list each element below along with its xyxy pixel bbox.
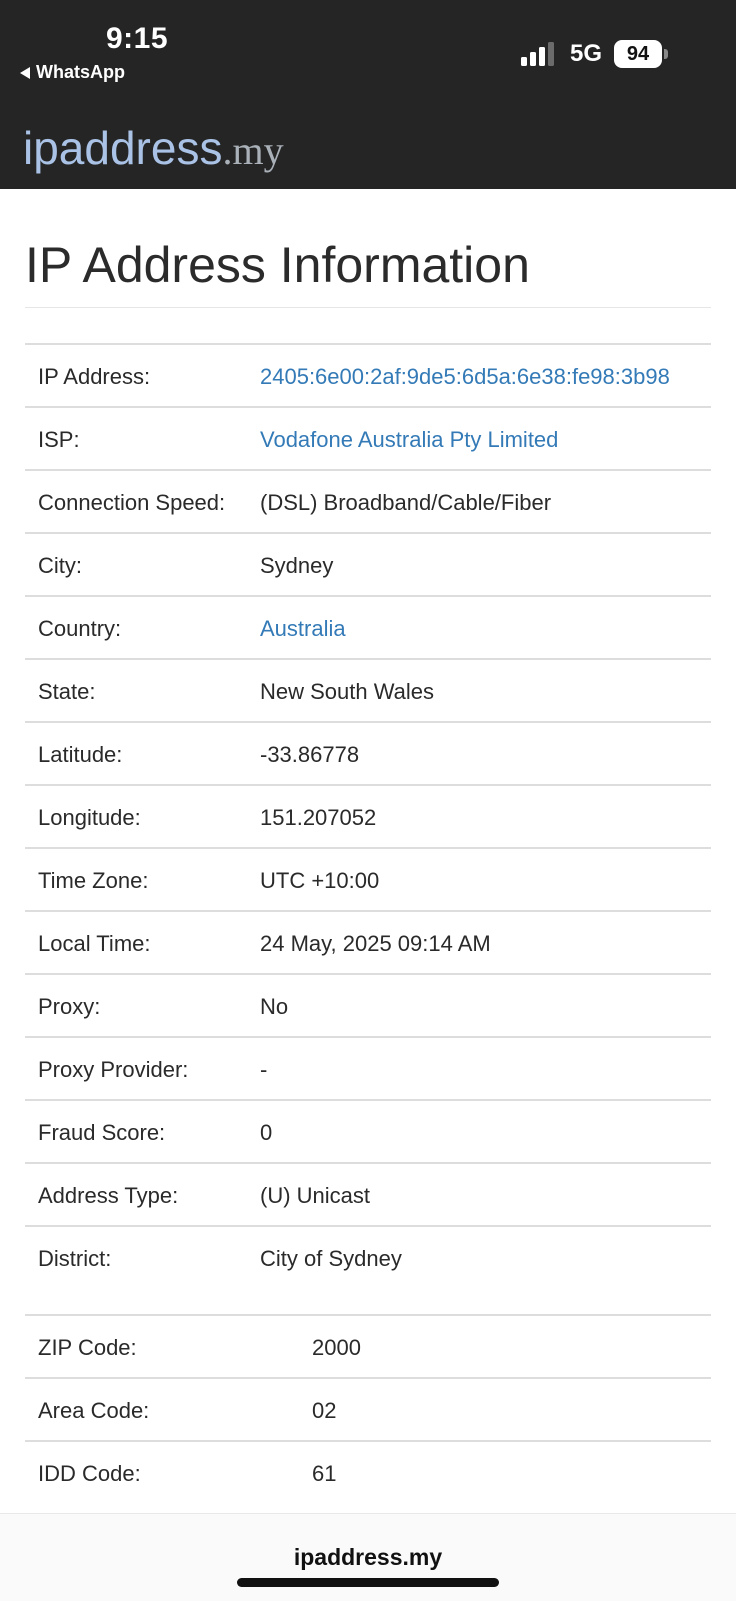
row-value: 61 xyxy=(247,1440,711,1503)
back-to-whatsapp-button[interactable]: WhatsApp xyxy=(20,62,125,83)
row-value-link[interactable]: Vodafone Australia Pty Limited xyxy=(247,406,711,470)
row-label: City: xyxy=(25,532,247,596)
row-label: Latitude: xyxy=(25,721,247,785)
table-row: Proxy: No xyxy=(25,973,711,1037)
table-row: Address Type: (U) Unicast xyxy=(25,1162,711,1226)
row-value: 151.207052 xyxy=(247,784,711,848)
row-value: -33.86778 xyxy=(247,721,711,785)
table-row: Latitude: -33.86778 xyxy=(25,721,711,785)
table-row: District: City of Sydney xyxy=(25,1225,711,1288)
row-value: (DSL) Broadband/Cable/Fiber xyxy=(247,469,711,533)
network-type: 5G xyxy=(570,40,603,67)
row-label: Area Code: xyxy=(25,1377,247,1441)
table-row: Area Code: 02 xyxy=(25,1377,711,1441)
row-label: Address Type: xyxy=(25,1162,247,1226)
url-text[interactable]: ipaddress.my xyxy=(0,1544,736,1571)
row-label: District: xyxy=(25,1225,247,1288)
battery-level: 94 xyxy=(614,40,662,68)
row-label: State: xyxy=(25,658,247,722)
row-label: Time Zone: xyxy=(25,847,247,911)
table-row: Country: Australia xyxy=(25,595,711,659)
back-arrow-icon xyxy=(20,66,30,79)
cellular-signal-icon xyxy=(521,42,554,66)
table-row: ZIP Code: 2000 xyxy=(25,1314,711,1378)
table-row: IDD Code: 61 xyxy=(25,1440,711,1503)
home-indicator[interactable] xyxy=(237,1578,499,1587)
row-value: 0 xyxy=(247,1099,711,1163)
table-row: IP Address: 2405:6e00:2af:9de5:6d5a:6e38:… xyxy=(25,343,711,407)
row-label: ZIP Code: xyxy=(25,1314,247,1378)
table-row: Longitude: 151.207052 xyxy=(25,784,711,848)
row-value: - xyxy=(247,1036,711,1100)
spacer-cell xyxy=(25,1288,711,1315)
row-value: City of Sydney xyxy=(247,1225,711,1288)
row-value-link[interactable]: 2405:6e00:2af:9de5:6d5a:6e38:fe98:3b98 xyxy=(247,343,711,407)
row-label: Country: xyxy=(25,595,247,659)
table-row: Proxy Provider: - xyxy=(25,1036,711,1100)
row-label: IDD Code: xyxy=(25,1440,247,1503)
row-label: Longitude: xyxy=(25,784,247,848)
row-value: New South Wales xyxy=(247,658,711,722)
row-value: 24 May, 2025 09:14 AM xyxy=(247,910,711,974)
table-spacer xyxy=(25,1288,711,1315)
row-value: (U) Unicast xyxy=(247,1162,711,1226)
row-value: 02 xyxy=(247,1377,711,1441)
browser-address-bar[interactable]: ipaddress.my xyxy=(0,1513,736,1601)
row-value: 2000 xyxy=(247,1314,711,1378)
table-row: Time Zone: UTC +10:00 xyxy=(25,847,711,911)
row-label: Proxy Provider: xyxy=(25,1036,247,1100)
app-header: 9:15 WhatsApp 5G 94 ipaddress.my xyxy=(0,0,736,189)
row-label: ISP: xyxy=(25,406,247,470)
row-value: No xyxy=(247,973,711,1037)
row-label: Fraud Score: xyxy=(25,1099,247,1163)
row-label: Proxy: xyxy=(25,973,247,1037)
table-row: Fraud Score: 0 xyxy=(25,1099,711,1163)
back-app-label: WhatsApp xyxy=(36,62,125,82)
table-row: Local Time: 24 May, 2025 09:14 AM xyxy=(25,910,711,974)
row-label: Local Time: xyxy=(25,910,247,974)
page-title: IP Address Information xyxy=(25,237,530,293)
row-value: Sydney xyxy=(247,532,711,596)
row-label: IP Address: xyxy=(25,343,247,407)
row-value: UTC +10:00 xyxy=(247,847,711,911)
row-label: Connection Speed: xyxy=(25,469,247,533)
logo-tld: .my xyxy=(222,128,284,173)
ip-info-table: IP Address: 2405:6e00:2af:9de5:6d5a:6e38:… xyxy=(25,343,711,1503)
battery-nub xyxy=(664,49,668,59)
status-time: 9:15 xyxy=(106,22,169,55)
logo-main: ipaddress xyxy=(23,122,223,174)
table-row: City: Sydney xyxy=(25,532,711,596)
table-row: Connection Speed: (DSL) Broadband/Cable/F… xyxy=(25,469,711,533)
table-row: State: New South Wales xyxy=(25,658,711,722)
battery-icon: 94 xyxy=(614,40,670,68)
title-divider xyxy=(25,307,711,308)
row-value-link[interactable]: Australia xyxy=(247,595,711,659)
table-row: ISP: Vodafone Australia Pty Limited xyxy=(25,406,711,470)
site-logo[interactable]: ipaddress.my xyxy=(23,121,284,175)
